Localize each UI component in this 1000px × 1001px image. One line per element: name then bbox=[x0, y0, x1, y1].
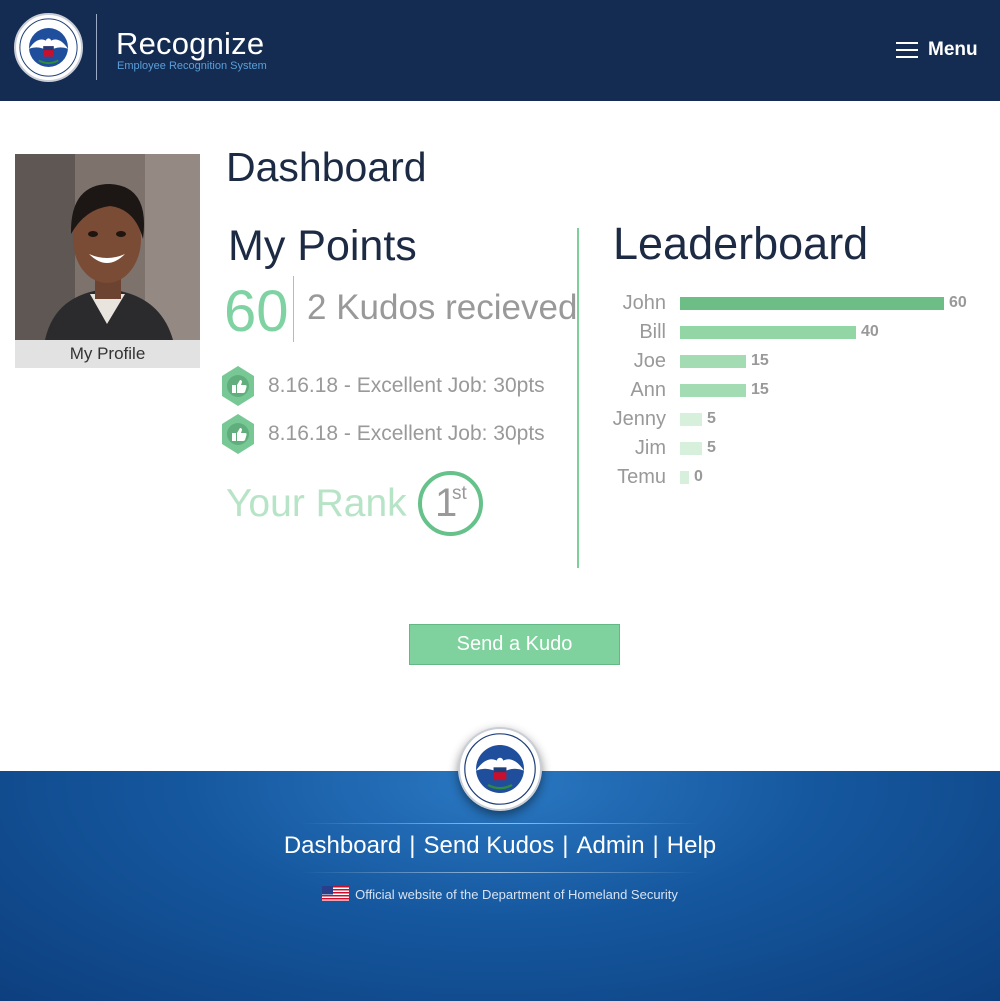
send-kudo-button[interactable]: Send a Kudo bbox=[409, 624, 620, 665]
leaderboard-points: 0 bbox=[694, 468, 703, 485]
footer-link-help[interactable]: Help bbox=[667, 832, 716, 859]
leaderboard-points: 5 bbox=[707, 410, 716, 427]
kudo-item[interactable]: 8.16.18 - Excellent Job: 30pts bbox=[222, 414, 545, 454]
leaderboard-name: Jenny bbox=[612, 408, 666, 430]
leaderboard-row: Jenny 5 bbox=[600, 408, 990, 432]
my-profile-link[interactable]: My Profile bbox=[15, 340, 200, 368]
footer-separator: | bbox=[409, 832, 416, 859]
leaderboard-row: Bill 40 bbox=[600, 321, 990, 345]
leaderboard-bar bbox=[680, 384, 746, 397]
thumbs-up-badge-icon bbox=[222, 366, 254, 406]
app-subtitle: Employee Recognition System bbox=[117, 60, 267, 72]
points-divider bbox=[293, 276, 294, 342]
footer-separator: | bbox=[562, 832, 569, 859]
footer-separator: | bbox=[652, 832, 659, 859]
leaderboard-bar bbox=[680, 355, 746, 368]
leaderboard-bar bbox=[680, 471, 689, 484]
points-value: 60 bbox=[224, 279, 289, 344]
official-text: Official website of the Department of Ho… bbox=[355, 886, 678, 902]
footer: Dashboard | Send Kudos | Admin | Help Official… bbox=[0, 727, 1000, 1001]
leaderboard-name: Bill bbox=[639, 321, 666, 343]
column-divider bbox=[577, 228, 579, 568]
thumbs-up-badge-icon bbox=[222, 414, 254, 454]
rank-label: Your Rank bbox=[226, 482, 407, 525]
page-title: Dashboard bbox=[226, 144, 427, 190]
official-website-notice: Official website of the Department of Ho… bbox=[0, 886, 1000, 902]
kudo-item[interactable]: 8.16.18 - Excellent Job: 30pts bbox=[222, 366, 545, 406]
menu-label: Menu bbox=[928, 39, 978, 60]
leaderboard-points: 15 bbox=[751, 381, 769, 398]
leaderboard-row: Ann 15 bbox=[600, 379, 990, 403]
top-header: Recognize Employee Recognition System Me… bbox=[0, 0, 1000, 101]
leaderboard-bar bbox=[680, 442, 702, 455]
leaderboard-points: 60 bbox=[949, 294, 967, 311]
leaderboard-bar bbox=[680, 326, 856, 339]
leaderboard-points: 5 bbox=[707, 439, 716, 456]
profile-photo[interactable] bbox=[15, 154, 200, 340]
rank-suffix: st bbox=[452, 483, 467, 504]
dhs-seal-icon[interactable] bbox=[458, 727, 542, 811]
hamburger-icon bbox=[896, 41, 918, 59]
footer-nav: Dashboard | Send Kudos | Admin | Help bbox=[0, 832, 1000, 860]
leaderboard-name: Temu bbox=[617, 466, 666, 488]
header-divider bbox=[96, 14, 97, 80]
footer-link-admin[interactable]: Admin bbox=[577, 832, 645, 859]
footer-divider bbox=[300, 823, 700, 824]
leaderboard-row: Jim 5 bbox=[600, 437, 990, 461]
leaderboard-name: Ann bbox=[630, 379, 666, 401]
kudo-text: 8.16.18 - Excellent Job: 30pts bbox=[268, 422, 545, 445]
footer-link-dashboard[interactable]: Dashboard bbox=[284, 832, 401, 859]
kudos-summary: 2 Kudos recieved bbox=[307, 288, 578, 327]
footer-link-send-kudos[interactable]: Send Kudos bbox=[424, 832, 555, 859]
leaderboard-name: Jim bbox=[634, 437, 666, 459]
us-flag-icon bbox=[322, 886, 350, 902]
app-title: Recognize bbox=[116, 26, 265, 61]
leaderboard-row: Temu 0 bbox=[600, 466, 990, 490]
leaderboard-row: Joe 15 bbox=[600, 350, 990, 374]
leaderboard-points: 40 bbox=[861, 323, 879, 340]
points-heading: My Points bbox=[228, 222, 417, 270]
leaderboard-bar bbox=[680, 413, 702, 426]
menu-button[interactable]: Menu bbox=[896, 36, 978, 64]
leaderboard-points: 15 bbox=[751, 352, 769, 369]
leaderboard-bar bbox=[680, 297, 944, 310]
leaderboard-name: Joe bbox=[633, 350, 666, 372]
dhs-seal-icon[interactable] bbox=[14, 13, 83, 82]
leaderboard-name: John bbox=[622, 292, 666, 314]
footer-divider bbox=[300, 872, 700, 873]
rank-badge: 1 st bbox=[418, 471, 483, 536]
leaderboard-row: John 60 bbox=[600, 292, 990, 316]
kudo-text: 8.16.18 - Excellent Job: 30pts bbox=[268, 374, 545, 397]
leaderboard-heading: Leaderboard bbox=[613, 218, 869, 269]
